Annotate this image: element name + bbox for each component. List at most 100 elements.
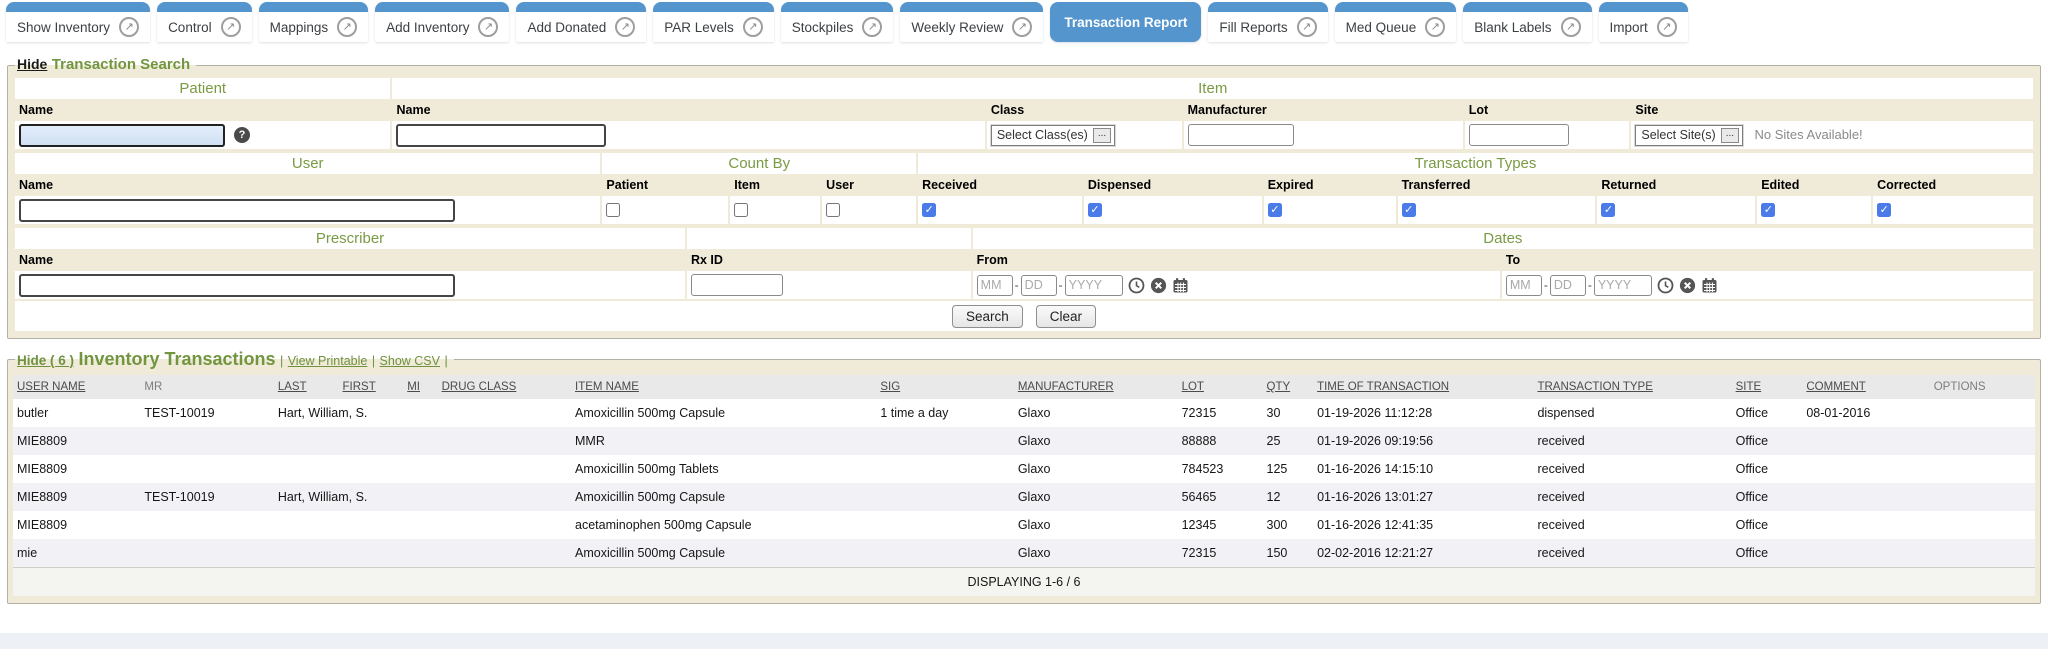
- tab-label: Add Inventory: [386, 20, 469, 35]
- user-name-input[interactable]: [19, 199, 455, 222]
- class-select[interactable]: Select Class(es) ...: [991, 125, 1115, 146]
- options-cell: [1930, 427, 2035, 455]
- type-cell: received: [1533, 511, 1731, 539]
- column-header-drug-class[interactable]: DRUG CLASS: [438, 375, 571, 399]
- popout-icon[interactable]: ↗: [743, 17, 763, 37]
- qty-cell: 30: [1263, 399, 1314, 427]
- popout-icon[interactable]: ↗: [1297, 17, 1317, 37]
- popout-icon[interactable]: ↗: [615, 17, 635, 37]
- popout-icon[interactable]: ↗: [862, 17, 882, 37]
- date-to-label: To: [1506, 253, 1520, 267]
- hide-search-link[interactable]: Hide: [17, 56, 47, 72]
- tab-mappings[interactable]: Mappings↗: [259, 2, 369, 42]
- search-grid-user-types: User Count By Transaction Types Name Pat…: [13, 151, 2035, 226]
- tab-show-inventory[interactable]: Show Inventory↗: [6, 2, 150, 42]
- class-select-dots-button[interactable]: ...: [1093, 128, 1111, 143]
- show-csv-link[interactable]: Show CSV: [380, 354, 440, 368]
- prescriber-name-input[interactable]: [19, 274, 455, 297]
- tab-fill-reports[interactable]: Fill Reports↗: [1208, 2, 1327, 42]
- tab-accent-strip: [1463, 2, 1591, 12]
- count-by-user-checkbox[interactable]: [826, 203, 840, 217]
- search-button[interactable]: Search: [952, 305, 1023, 328]
- lot-cell: 12345: [1178, 511, 1263, 539]
- column-header-mi[interactable]: MI: [403, 375, 437, 399]
- to-clear-icon[interactable]: [1679, 277, 1696, 294]
- column-header-manufacturer[interactable]: MANUFACTURER: [1014, 375, 1178, 399]
- tab-weekly-review[interactable]: Weekly Review↗: [900, 2, 1043, 42]
- tab-label: Transaction Report: [1064, 15, 1187, 30]
- to-calendar-icon[interactable]: [1701, 277, 1718, 294]
- column-header-last[interactable]: LAST: [274, 375, 339, 399]
- tab-label: Control: [168, 20, 212, 35]
- rx-id-input[interactable]: [691, 274, 783, 296]
- from-day-input[interactable]: [1021, 275, 1057, 296]
- tab-stockpiles[interactable]: Stockpiles↗: [781, 2, 894, 42]
- site-select-dots-button[interactable]: ...: [1721, 128, 1739, 143]
- comment-cell: [1802, 455, 1929, 483]
- tab-control[interactable]: Control ↗: [157, 2, 252, 42]
- type-returned-checkbox[interactable]: [1601, 203, 1615, 217]
- help-icon[interactable]: ?: [234, 127, 250, 143]
- column-header-first[interactable]: FIRST: [339, 375, 404, 399]
- type-expired-checkbox[interactable]: [1268, 203, 1282, 217]
- column-header-item-name[interactable]: ITEM NAME: [571, 375, 876, 399]
- tab-accent-strip: [259, 2, 369, 12]
- from-year-input[interactable]: [1065, 275, 1123, 296]
- type-transferred-checkbox[interactable]: [1402, 203, 1416, 217]
- manufacturer-input[interactable]: [1188, 124, 1294, 146]
- column-header-site[interactable]: SITE: [1732, 375, 1803, 399]
- popout-icon[interactable]: ↗: [1012, 17, 1032, 37]
- tab-label: Med Queue: [1346, 20, 1417, 35]
- to-year-input[interactable]: [1594, 275, 1652, 296]
- type-received-checkbox[interactable]: [922, 203, 936, 217]
- to-month-input[interactable]: [1506, 275, 1542, 296]
- tab-par-levels[interactable]: PAR Levels↗: [653, 2, 774, 42]
- lot-input[interactable]: [1469, 124, 1569, 146]
- from-clear-icon[interactable]: [1150, 277, 1167, 294]
- column-header-time-of-transaction[interactable]: TIME OF TRANSACTION: [1313, 375, 1533, 399]
- transaction-row: MIE8809TEST-10019Hart, William, S.Amoxic…: [13, 483, 2035, 511]
- user-name-cell: MIE8809: [13, 483, 140, 511]
- from-month-input[interactable]: [977, 275, 1013, 296]
- type-dispensed-checkbox[interactable]: [1088, 203, 1102, 217]
- no-sites-message: No Sites Available!: [1755, 127, 1863, 142]
- popout-icon[interactable]: ↗: [337, 17, 357, 37]
- patient-name-cell: [274, 427, 438, 455]
- manufacturer-cell: Glaxo: [1014, 427, 1178, 455]
- popout-icon[interactable]: ↗: [119, 17, 139, 37]
- item-name-input[interactable]: [396, 124, 606, 147]
- view-printable-link[interactable]: View Printable: [288, 354, 368, 368]
- count-by-item-checkbox[interactable]: [734, 203, 748, 217]
- type-expired-label: Expired: [1268, 178, 1314, 192]
- from-time-icon[interactable]: [1128, 277, 1145, 294]
- tab-add-inventory[interactable]: Add Inventory ↗: [375, 2, 509, 42]
- tab-blank-labels[interactable]: Blank Labels↗: [1463, 2, 1591, 42]
- column-header-lot[interactable]: LOT: [1178, 375, 1263, 399]
- column-header-transaction-type[interactable]: TRANSACTION TYPE: [1533, 375, 1731, 399]
- popout-icon[interactable]: ↗: [478, 17, 498, 37]
- popout-icon[interactable]: ↗: [221, 17, 241, 37]
- column-header-comment[interactable]: COMMENT: [1802, 375, 1929, 399]
- tab-import[interactable]: Import↗: [1599, 2, 1688, 42]
- tab-transaction-report[interactable]: Transaction Report: [1050, 2, 1201, 42]
- type-cell: dispensed: [1533, 399, 1731, 427]
- type-corrected-checkbox[interactable]: [1877, 203, 1891, 217]
- column-header-user-name[interactable]: USER NAME: [13, 375, 140, 399]
- column-header-qty[interactable]: QTY: [1263, 375, 1314, 399]
- popout-icon[interactable]: ↗: [1657, 17, 1677, 37]
- inventory-transactions-panel: Hide ( 6 ) Inventory Transactions | View…: [7, 349, 2041, 604]
- count-by-patient-checkbox[interactable]: [606, 203, 620, 217]
- tab-add-donated[interactable]: Add Donated↗: [516, 2, 646, 42]
- column-header-sig[interactable]: SIG: [876, 375, 1013, 399]
- tab-med-queue[interactable]: Med Queue ↗: [1335, 2, 1457, 42]
- popout-icon[interactable]: ↗: [1561, 17, 1581, 37]
- from-calendar-icon[interactable]: [1172, 277, 1189, 294]
- site-select[interactable]: Select Site(s) ...: [1635, 125, 1743, 146]
- to-time-icon[interactable]: [1657, 277, 1674, 294]
- clear-button[interactable]: Clear: [1036, 305, 1096, 328]
- type-edited-checkbox[interactable]: [1761, 203, 1775, 217]
- patient-name-input[interactable]: [19, 124, 225, 147]
- hide-results-link[interactable]: Hide ( 6 ): [17, 353, 74, 368]
- to-day-input[interactable]: [1550, 275, 1586, 296]
- popout-icon[interactable]: ↗: [1425, 17, 1445, 37]
